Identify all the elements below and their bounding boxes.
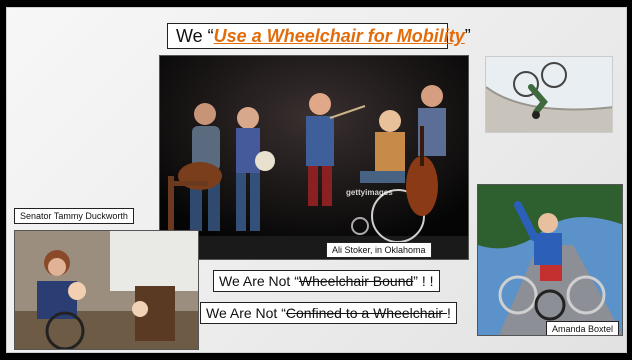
not-wheelchair-bound-statement: We Are Not “Wheelchair Bound” ! ! [213,270,440,292]
title-suffix: ” [464,26,471,46]
stoker-caption: Ali Stoker, in Oklahoma [326,242,432,258]
statement2-prefix: We Are Not “ [206,305,286,321]
statement2-struck: Confined to a Wheelchair [285,305,447,321]
slide-title: We “Use a Wheelchair for Mobility” [167,23,471,49]
stoker-caption-text: Ali Stoker, in Oklahoma [332,245,426,255]
boxtel-caption-text: Amanda Boxtel [552,324,614,334]
skatepark-wheelchair-photo [485,56,613,133]
title-emphasis: Use a Wheelchair for Mobility [213,26,465,46]
duckworth-caption: Senator Tammy Duckworth [14,208,134,224]
stage-illustration [160,56,468,259]
getty-watermark: gettyimages [346,188,393,197]
handcycle-rider-photo: Amanda Boxtel [477,184,623,336]
stage-musicians-photo: gettyimages Ali Stoker, in Oklahoma [159,55,469,260]
statement1-struck: Wheelchair Bound [298,273,414,289]
handcycle-illustration [478,185,622,335]
boxtel-caption: Amanda Boxtel [546,321,620,335]
title-prefix: We “ [176,26,214,46]
statement2-suffix: ! [446,305,451,321]
not-confined-statement: We Are Not “Confined to a Wheelchair ! [200,302,457,324]
duckworth-caption-text: Senator Tammy Duckworth [20,211,128,221]
skatepark-illustration [486,57,612,132]
senator-with-child-photo [14,230,199,350]
statement1-suffix: ” ! ! [413,273,434,289]
senator-illustration [15,231,198,349]
statement1-prefix: We Are Not “ [219,273,299,289]
slide: We “Use a Wheelchair for Mobility” getty… [6,7,627,353]
